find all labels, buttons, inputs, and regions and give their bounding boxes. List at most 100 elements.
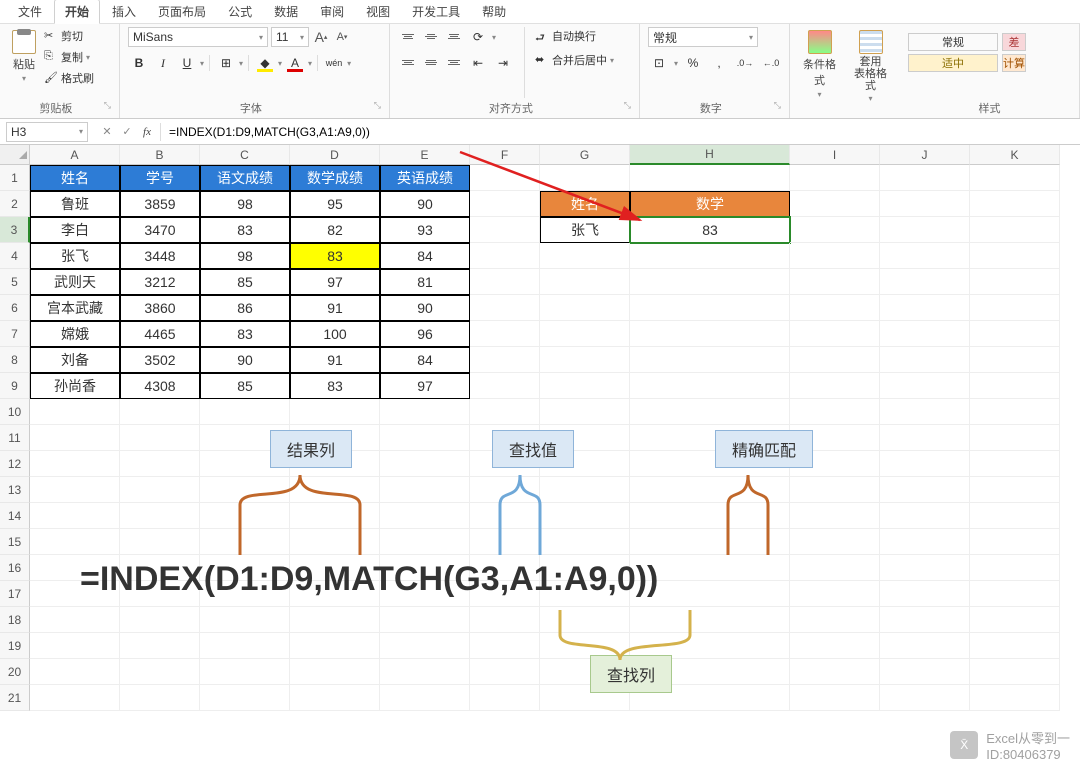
cell-E2[interactable]: 90 bbox=[380, 191, 470, 217]
format-painter-button[interactable]: 🖌格式刷 bbox=[44, 69, 94, 87]
cell-E1[interactable]: 英语成绩 bbox=[380, 165, 470, 191]
font-size-select[interactable]: 11▾ bbox=[271, 27, 309, 47]
cell-J20[interactable] bbox=[880, 659, 970, 685]
cell-C8[interactable]: 90 bbox=[200, 347, 290, 373]
dialog-launcher-icon[interactable]: ⤡ bbox=[104, 100, 111, 111]
row-header-18[interactable]: 18 bbox=[0, 607, 30, 633]
cell-F1[interactable] bbox=[470, 165, 540, 191]
cell-I4[interactable] bbox=[790, 243, 880, 269]
cell-G6[interactable] bbox=[540, 295, 630, 321]
row-header-14[interactable]: 14 bbox=[0, 503, 30, 529]
column-headers[interactable]: ABCDEFGHIJK bbox=[30, 145, 1080, 165]
cell-J7[interactable] bbox=[880, 321, 970, 347]
shrink-font-button[interactable]: A▾ bbox=[333, 27, 351, 47]
cell-J14[interactable] bbox=[880, 503, 970, 529]
cell-G4[interactable] bbox=[540, 243, 630, 269]
cell-K19[interactable] bbox=[970, 633, 1060, 659]
cell-D10[interactable] bbox=[290, 399, 380, 425]
cell-J9[interactable] bbox=[880, 373, 970, 399]
row-header-4[interactable]: 4 bbox=[0, 243, 30, 269]
menu-formulas[interactable]: 公式 bbox=[218, 0, 262, 23]
cell-G5[interactable] bbox=[540, 269, 630, 295]
cell-F7[interactable] bbox=[470, 321, 540, 347]
cell-I5[interactable] bbox=[790, 269, 880, 295]
cell-D5[interactable]: 97 bbox=[290, 269, 380, 295]
cell-K7[interactable] bbox=[970, 321, 1060, 347]
cell-G9[interactable] bbox=[540, 373, 630, 399]
cell-I10[interactable] bbox=[790, 399, 880, 425]
menu-view[interactable]: 视图 bbox=[356, 0, 400, 23]
menu-home[interactable]: 开始 bbox=[54, 0, 100, 24]
cell-C6[interactable]: 86 bbox=[200, 295, 290, 321]
merge-center-button[interactable]: ⬌合并后居中▾ bbox=[535, 51, 614, 69]
dialog-launcher-icon[interactable]: ⤡ bbox=[374, 100, 381, 111]
cell-J19[interactable] bbox=[880, 633, 970, 659]
cell-E10[interactable] bbox=[380, 399, 470, 425]
cell-G3[interactable]: 张飞 bbox=[540, 217, 630, 243]
cell-J16[interactable] bbox=[880, 555, 970, 581]
underline-button[interactable]: U bbox=[176, 53, 198, 73]
row-header-3[interactable]: 3 bbox=[0, 217, 30, 243]
cell-B9[interactable]: 4308 bbox=[120, 373, 200, 399]
cell-B10[interactable] bbox=[120, 399, 200, 425]
border-button[interactable]: ⊞ bbox=[215, 53, 237, 73]
cell-K6[interactable] bbox=[970, 295, 1060, 321]
row-header-17[interactable]: 17 bbox=[0, 581, 30, 607]
row-header-6[interactable]: 6 bbox=[0, 295, 30, 321]
cell-A1[interactable]: 姓名 bbox=[30, 165, 120, 191]
cell-E9[interactable]: 97 bbox=[380, 373, 470, 399]
row-header-8[interactable]: 8 bbox=[0, 347, 30, 373]
row-header-20[interactable]: 20 bbox=[0, 659, 30, 685]
cell-B6[interactable]: 3860 bbox=[120, 295, 200, 321]
cell-K2[interactable] bbox=[970, 191, 1060, 217]
cell-F8[interactable] bbox=[470, 347, 540, 373]
cell-C3[interactable]: 83 bbox=[200, 217, 290, 243]
cell-A7[interactable]: 嫦娥 bbox=[30, 321, 120, 347]
cell-K16[interactable] bbox=[970, 555, 1060, 581]
cell-K14[interactable] bbox=[970, 503, 1060, 529]
cell-A11[interactable] bbox=[30, 425, 120, 451]
col-header-G[interactable]: G bbox=[540, 145, 630, 165]
select-all-corner[interactable] bbox=[0, 145, 30, 165]
cell-A10[interactable] bbox=[30, 399, 120, 425]
number-format-select[interactable]: 常规▾ bbox=[648, 27, 758, 47]
cell-F2[interactable] bbox=[470, 191, 540, 217]
cell-H2[interactable]: 数学 bbox=[630, 191, 790, 217]
cell-E6[interactable]: 90 bbox=[380, 295, 470, 321]
menu-pagelayout[interactable]: 页面布局 bbox=[148, 0, 216, 23]
cell-D6[interactable]: 91 bbox=[290, 295, 380, 321]
cell-I9[interactable] bbox=[790, 373, 880, 399]
cell-A3[interactable]: 李白 bbox=[30, 217, 120, 243]
col-header-C[interactable]: C bbox=[200, 145, 290, 165]
cell-J10[interactable] bbox=[880, 399, 970, 425]
cell-B8[interactable]: 3502 bbox=[120, 347, 200, 373]
cell-K8[interactable] bbox=[970, 347, 1060, 373]
style-normal[interactable]: 常规 bbox=[908, 33, 998, 51]
row-header-9[interactable]: 9 bbox=[0, 373, 30, 399]
currency-button[interactable]: ⊡ bbox=[648, 53, 670, 73]
cell-E7[interactable]: 96 bbox=[380, 321, 470, 347]
cell-J1[interactable] bbox=[880, 165, 970, 191]
cell-I7[interactable] bbox=[790, 321, 880, 347]
copy-button[interactable]: ⎘复制▾ bbox=[44, 48, 94, 66]
align-center-button[interactable] bbox=[421, 53, 441, 71]
cell-F9[interactable] bbox=[470, 373, 540, 399]
cell-H9[interactable] bbox=[630, 373, 790, 399]
bold-button[interactable]: B bbox=[128, 53, 150, 73]
cell-F6[interactable] bbox=[470, 295, 540, 321]
cell-F3[interactable] bbox=[470, 217, 540, 243]
cell-I2[interactable] bbox=[790, 191, 880, 217]
cell-D7[interactable]: 100 bbox=[290, 321, 380, 347]
style-good[interactable]: 适中 bbox=[908, 54, 998, 72]
cell-J8[interactable] bbox=[880, 347, 970, 373]
cell-J3[interactable] bbox=[880, 217, 970, 243]
col-header-H[interactable]: H bbox=[630, 145, 790, 165]
cell-E3[interactable]: 93 bbox=[380, 217, 470, 243]
cell-J13[interactable] bbox=[880, 477, 970, 503]
table-format-button[interactable]: 套用 表格格式 ▾ bbox=[849, 27, 892, 106]
cell-J21[interactable] bbox=[880, 685, 970, 711]
menu-devtools[interactable]: 开发工具 bbox=[402, 0, 470, 23]
phonetic-button[interactable]: wén bbox=[323, 53, 345, 73]
cell-B4[interactable]: 3448 bbox=[120, 243, 200, 269]
cell-K20[interactable] bbox=[970, 659, 1060, 685]
